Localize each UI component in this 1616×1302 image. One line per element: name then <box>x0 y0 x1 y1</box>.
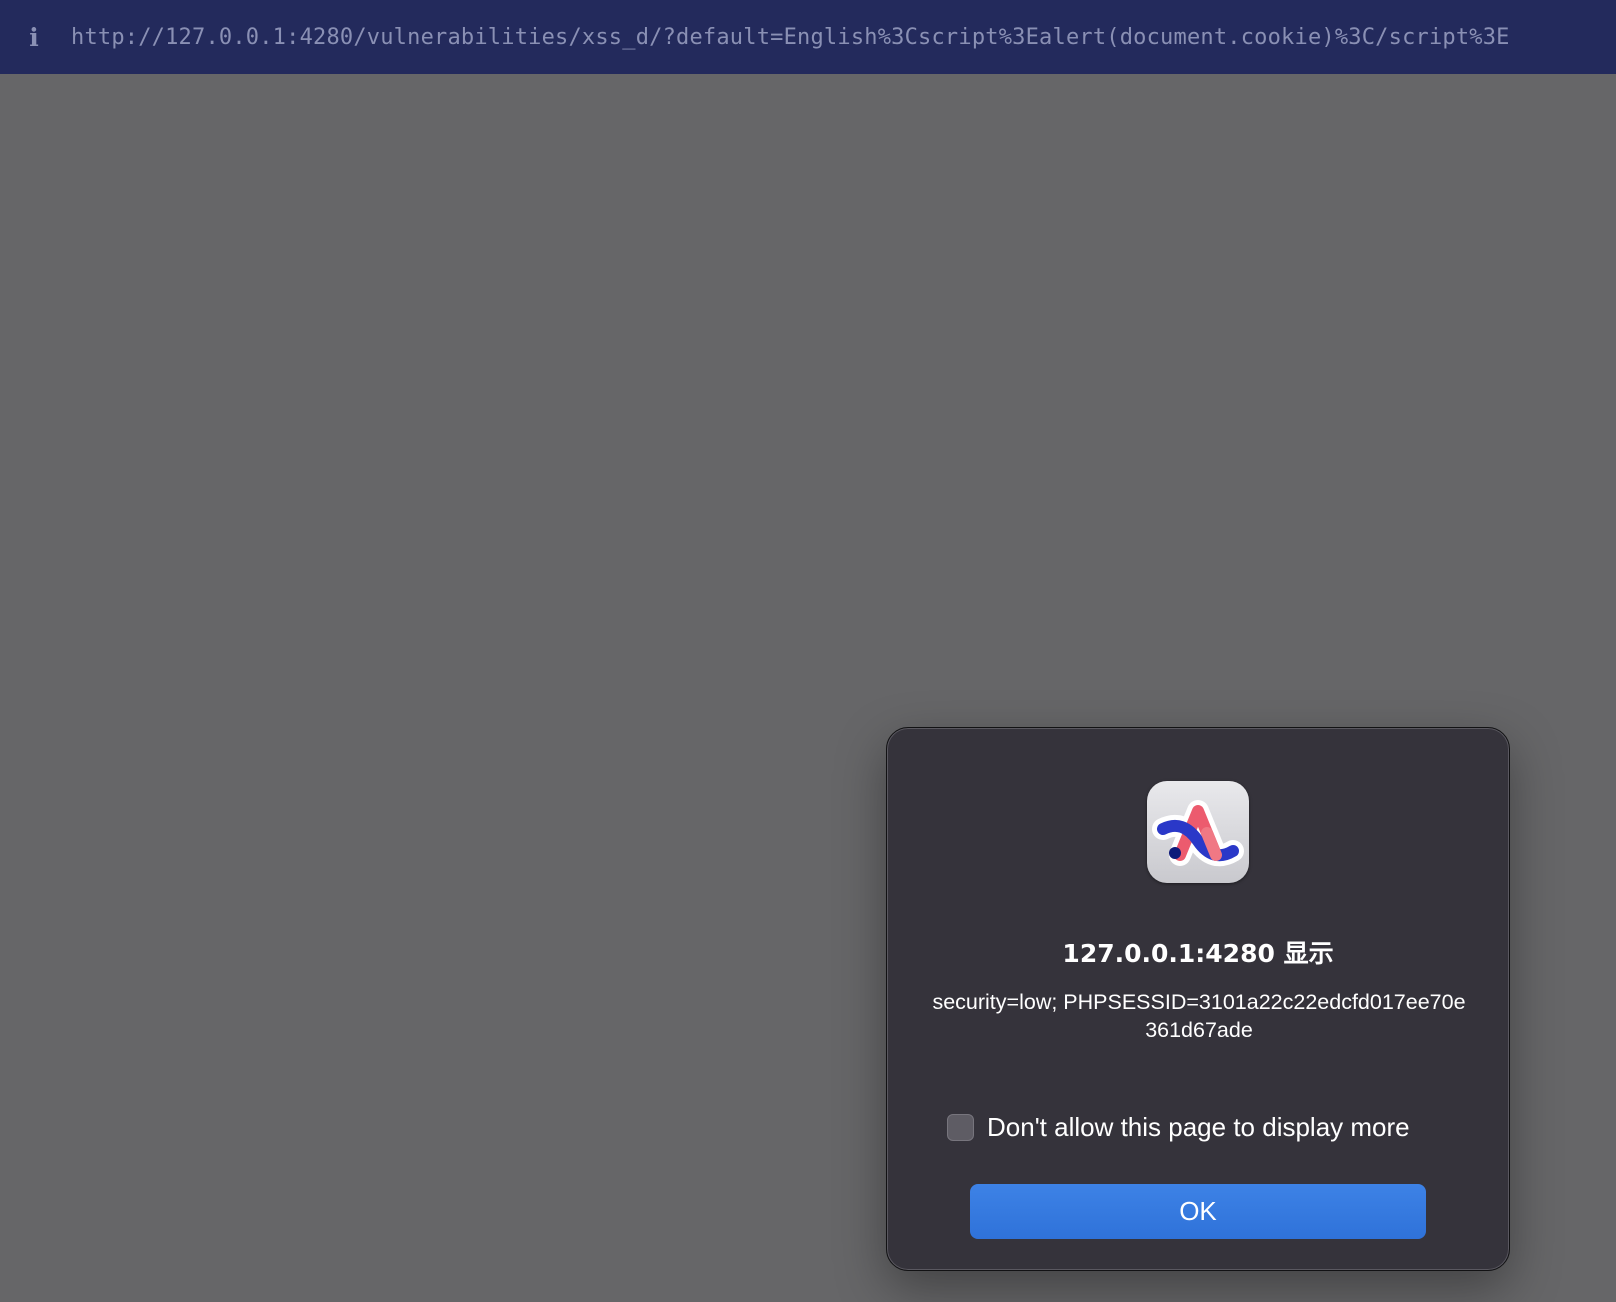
url-text[interactable]: http://127.0.0.1:4280/vulnerabilities/xs… <box>71 25 1510 50</box>
dialog-title: 127.0.0.1:4280 显示 <box>1062 939 1334 968</box>
info-icon[interactable]: i <box>22 25 46 50</box>
alert-dialog: 127.0.0.1:4280 显示 security=low; PHPSESSI… <box>886 727 1510 1271</box>
ok-button[interactable]: OK <box>970 1184 1426 1239</box>
arc-browser-icon <box>1147 781 1249 883</box>
dont-allow-row[interactable]: Don't allow this page to display more <box>947 1112 1410 1142</box>
dont-allow-label[interactable]: Don't allow this page to display more <box>987 1112 1410 1143</box>
dont-allow-checkbox[interactable] <box>947 1113 974 1141</box>
dialog-message: security=low; PHPSESSID=3101a22c22edcfd0… <box>932 990 1466 1042</box>
address-bar[interactable]: i http://127.0.0.1:4280/vulnerabilities/… <box>0 0 1616 74</box>
